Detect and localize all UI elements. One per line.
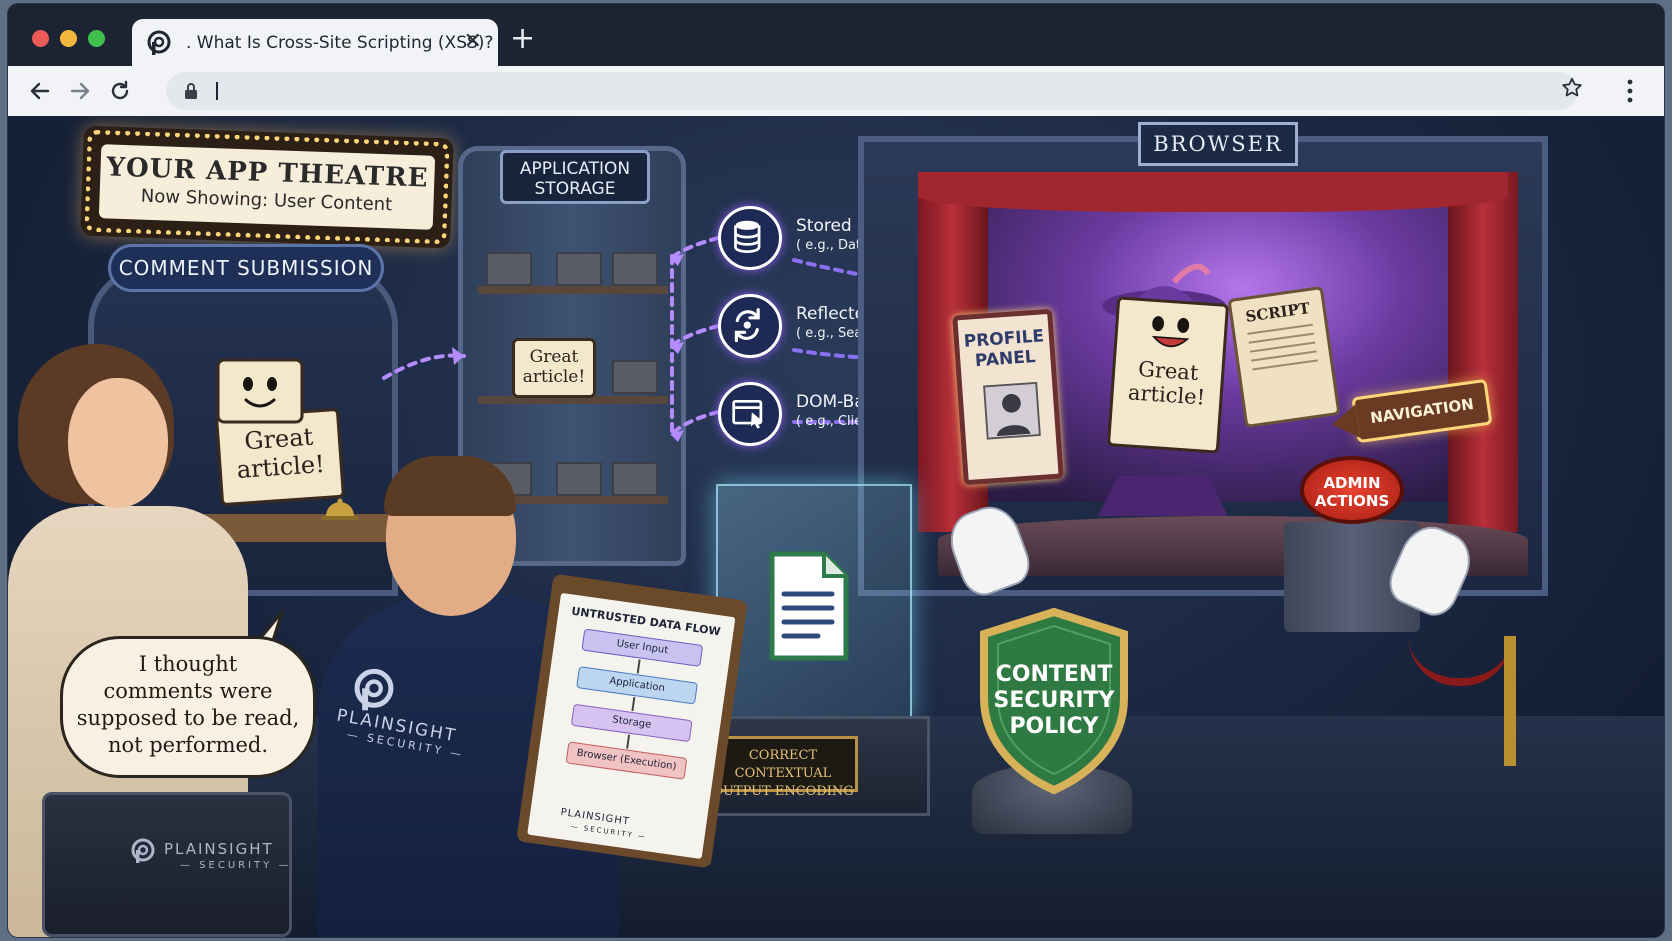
rope-post (1504, 636, 1516, 766)
admin-actions-button: ADMIN ACTIONS (1300, 456, 1404, 524)
user-silhouette-icon (983, 381, 1041, 440)
plainsight-logo-icon (131, 838, 155, 863)
flow-arrow (631, 696, 636, 712)
encoding-plaque-line2: OUTPUT ENCODING (712, 784, 854, 799)
speech-bubble: I thought comments were supposed to be r… (60, 636, 316, 778)
zoom-window-button[interactable] (88, 30, 105, 47)
right-curtain (1448, 172, 1518, 532)
database-icon (734, 220, 761, 253)
plainsight-logo-icon (147, 30, 171, 55)
admin-button-line2: ACTIONS (1314, 492, 1390, 510)
flow-arrow (636, 659, 641, 674)
clipboard: UNTRUSTED DATA FLOW User Input Applicati… (516, 573, 748, 869)
curtain-valance (918, 172, 1508, 212)
new-tab-button[interactable]: + (510, 24, 535, 54)
xss-icon-badge (718, 206, 782, 270)
browser-sign: BROWSER (1138, 122, 1298, 166)
tab-title: . What Is Cross-Site Scripting (XSS)? (186, 33, 494, 53)
xss-icon-badge (718, 294, 782, 358)
tab-active[interactable]: . What Is Cross-Site Scripting (XSS)? ✕ (132, 19, 498, 66)
speech-line2: comments were (103, 679, 273, 703)
xss-type-title: Stored (796, 216, 852, 236)
refresh-cycle-icon (734, 308, 760, 343)
flow-step-user-input: User Input (581, 628, 704, 667)
document-icon (769, 551, 849, 661)
browser-toolbar (8, 66, 1664, 116)
arrow-left-icon[interactable] (28, 79, 52, 103)
close-window-button[interactable] (32, 30, 49, 47)
output-encoding-plaque: CORRECT CONTEXTUAL OUTPUT ENCODING (708, 736, 858, 799)
tab-close-icon[interactable]: ✕ (464, 29, 482, 54)
flow-arrow (626, 734, 631, 749)
clipboard-paper: UNTRUSTED DATA FLOW User Input Applicati… (527, 592, 736, 860)
lock-icon (185, 83, 197, 99)
page-content: YOUR APP THEATRE Now Showing: User Conte… (8, 116, 1664, 937)
kebab-menu-icon[interactable] (1618, 76, 1642, 106)
arrow-right-icon[interactable] (68, 79, 92, 103)
csp-line2: SECURITY (993, 688, 1115, 713)
reload-icon[interactable] (108, 79, 132, 103)
browser-window: . What Is Cross-Site Scripting (XSS)? ✕ … (8, 4, 1664, 937)
case-brand-sub: — SECURITY — (180, 860, 292, 871)
speech-line4: not performed. (107, 733, 269, 757)
woman-face (68, 378, 168, 508)
scroll-text-line (1252, 359, 1318, 371)
happy-face-icon (1151, 316, 1190, 348)
profile-panel-sign: PROFILE PANEL (952, 308, 1064, 486)
csp-line3: POLICY (1009, 714, 1099, 739)
text-caret (216, 82, 218, 100)
admin-button-line1: ADMIN (1323, 474, 1381, 492)
url-input[interactable] (210, 76, 1510, 106)
star-icon[interactable] (1560, 76, 1584, 100)
minimize-window-button[interactable] (60, 30, 77, 47)
plainsight-logo-icon (354, 668, 394, 711)
csp-line1: CONTENT (995, 662, 1113, 687)
case-brand-name: PLAINSIGHT (164, 840, 274, 858)
address-bar[interactable] (166, 72, 1578, 110)
tab-strip: . What Is Cross-Site Scripting (XSS)? ✕ … (8, 4, 1664, 66)
csp-shield-text: CONTENT SECURITY POLICY (976, 662, 1132, 740)
browser-cursor-icon (732, 399, 763, 429)
clipboard-brand-sub: — SECURITY — (570, 822, 648, 842)
xss-icon-badge (718, 382, 782, 446)
speech-line3: supposed to be read, (76, 706, 300, 730)
performer-card: Great article! (1106, 296, 1230, 454)
script-scroll: SCRIPT (1227, 285, 1341, 429)
speech-line1: I thought (138, 652, 238, 676)
encoding-plaque-line1: CORRECT CONTEXTUAL (734, 748, 832, 781)
